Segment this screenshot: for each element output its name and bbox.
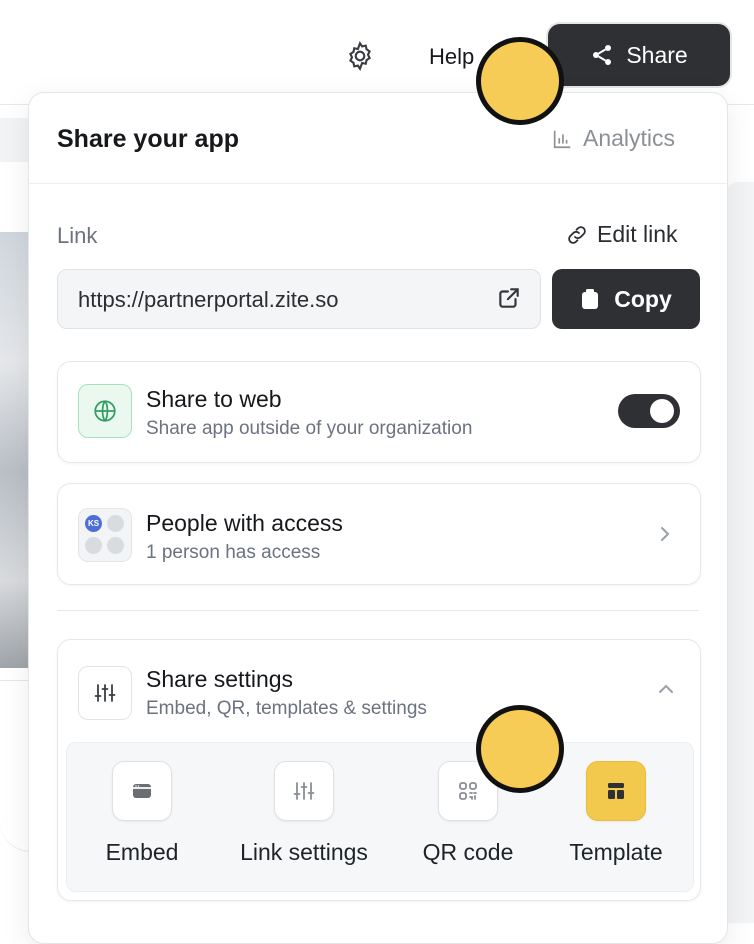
share-button[interactable]: Share [548, 24, 730, 86]
share-settings-title: Share settings [146, 666, 294, 692]
gear-icon[interactable] [344, 40, 376, 72]
section-divider [57, 610, 699, 611]
share-to-web-toggle[interactable] [618, 394, 680, 428]
template-icon [586, 761, 646, 821]
chevron-up-icon[interactable] [656, 680, 676, 698]
template-option[interactable]: Template [541, 761, 691, 866]
sliders-icon [274, 761, 334, 821]
background-toolbar [0, 118, 30, 162]
popover-header: Share your app Analytics [29, 93, 727, 184]
people-subtitle: 1 person has access [146, 542, 321, 563]
embed-label: Embed [105, 839, 179, 865]
people-title: People with access [146, 510, 343, 536]
edit-link-label: Edit link [597, 221, 678, 247]
link-settings-option[interactable]: Link settings [229, 761, 379, 866]
click-marker [476, 705, 564, 793]
edit-link-button[interactable]: Edit link [565, 221, 678, 248]
click-marker [476, 37, 564, 125]
avatar: KS [85, 515, 102, 532]
background-image [0, 232, 30, 668]
share-to-web-card: Share to web Share app outside of your o… [57, 361, 701, 463]
copy-button-label: Copy [614, 285, 672, 312]
share-options-tray: Embed Link settings QR code Template [66, 742, 694, 892]
top-bar: Help Share [0, 0, 754, 105]
sliders-icon [78, 666, 132, 720]
background-card [0, 680, 31, 852]
link-icon [568, 225, 586, 244]
help-link[interactable]: Help [429, 44, 474, 70]
share-settings-card: Share settings Embed, QR, templates & se… [57, 639, 701, 901]
avatars-icon: KS [78, 508, 132, 562]
chevron-right-icon [661, 527, 670, 541]
embed-option[interactable]: Embed [67, 761, 217, 866]
globe-icon [78, 384, 132, 438]
link-settings-label: Link settings [240, 839, 368, 865]
share-url-text: https://partnerportal.zite.so [78, 287, 339, 312]
share-settings-subtitle: Embed, QR, templates & settings [146, 698, 427, 719]
share-to-web-title: Share to web [146, 386, 282, 412]
share-to-web-subtitle: Share app outside of your organization [146, 418, 473, 439]
people-with-access-card[interactable]: KS People with access 1 person has acces… [57, 483, 701, 585]
share-icon [593, 45, 612, 65]
analytics-label: Analytics [583, 125, 676, 151]
external-link-icon[interactable] [496, 285, 522, 311]
share-url-field[interactable]: https://partnerportal.zite.so [57, 269, 541, 329]
link-label: Link [57, 223, 98, 248]
analytics-link[interactable]: Analytics [551, 125, 675, 152]
clipboard-icon [582, 289, 599, 309]
share-popover: Share your app Analytics Link Edit link … [28, 92, 728, 944]
bar-chart-icon [553, 130, 571, 148]
qr-code-label: QR code [422, 839, 514, 865]
background-panel [726, 182, 754, 923]
embed-icon [112, 761, 172, 821]
share-button-label: Share [626, 41, 688, 68]
popover-title: Share your app [57, 125, 239, 153]
template-label: Template [569, 839, 663, 865]
toggle-knob [650, 399, 674, 423]
copy-button[interactable]: Copy [552, 269, 700, 329]
